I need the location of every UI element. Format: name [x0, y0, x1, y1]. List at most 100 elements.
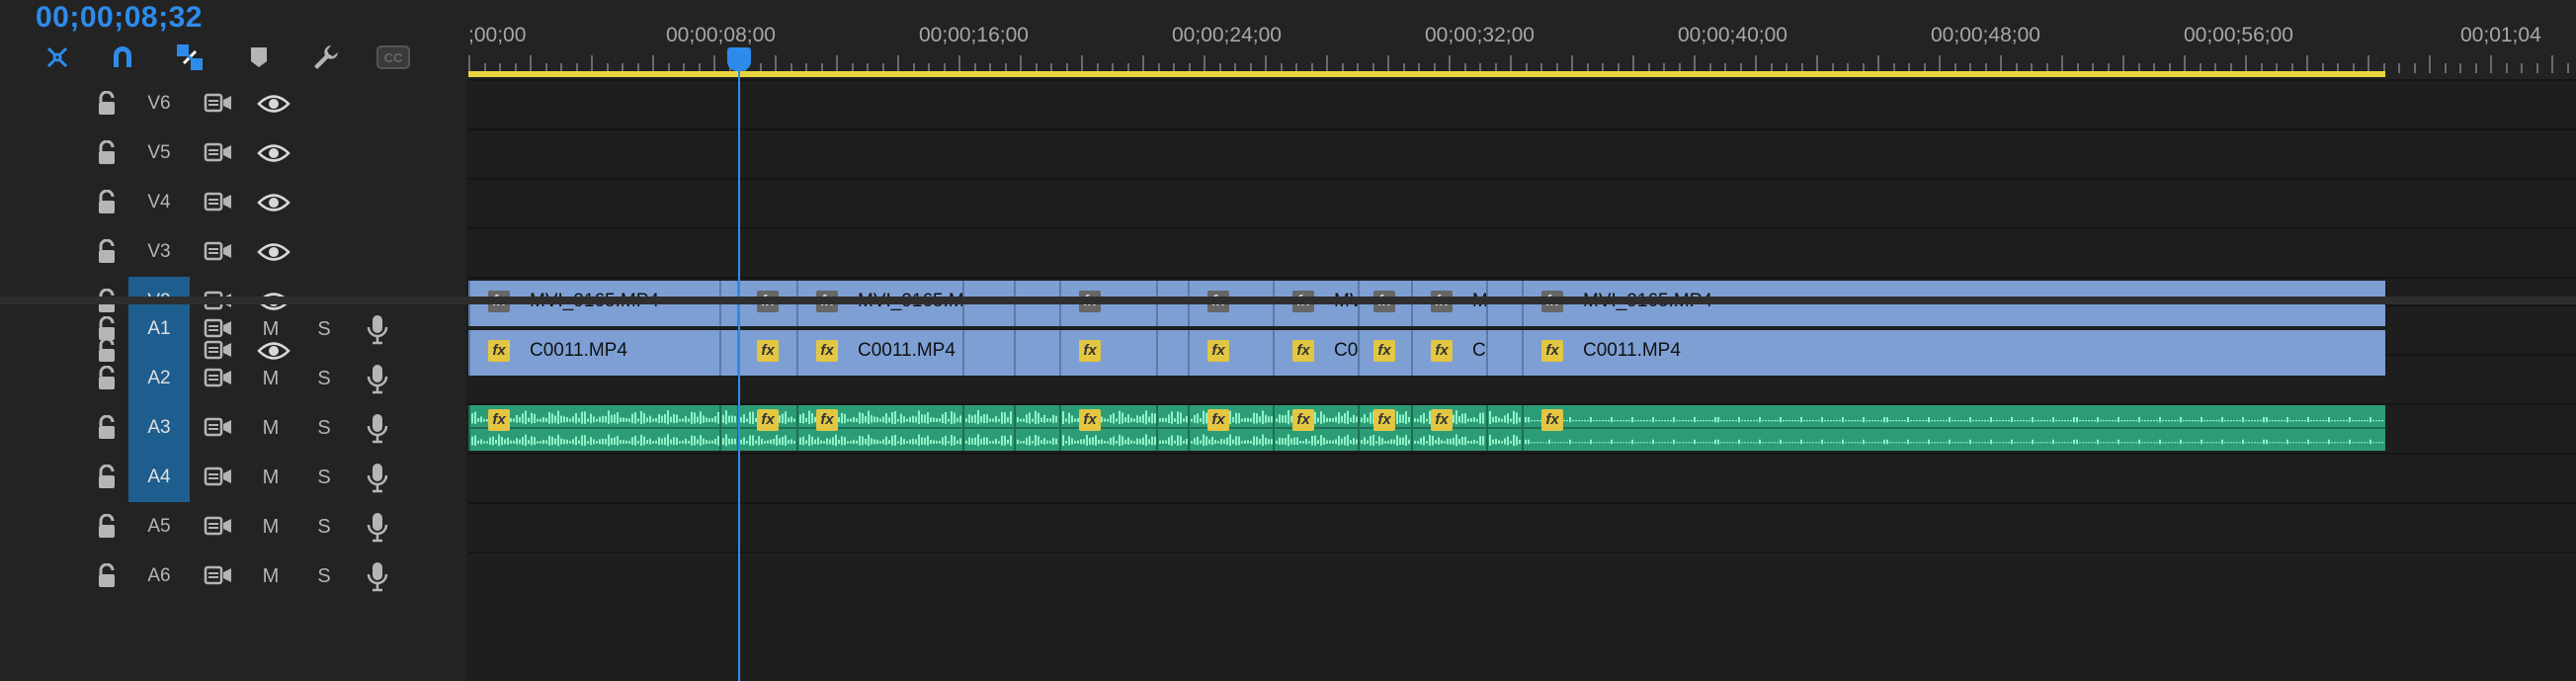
- time-ruler[interactable]: ;00;00 00;00;08;00 00;00;16;00 00;00;24;00 0…: [468, 0, 2576, 79]
- snap-magnet-icon[interactable]: [103, 40, 142, 75]
- eye-icon[interactable]: [257, 192, 291, 213]
- audio-clip-a3[interactable]: [1014, 405, 1059, 451]
- lock-icon[interactable]: [95, 90, 119, 117]
- audio-clip-a3[interactable]: fx: [1188, 405, 1273, 451]
- playhead-timecode[interactable]: 00;00;08;32: [36, 0, 203, 36]
- track-target-v5[interactable]: V5: [128, 128, 190, 178]
- track-target-a1[interactable]: A1: [128, 304, 190, 354]
- sync-lock-icon[interactable]: [204, 92, 233, 116]
- mute-button[interactable]: M: [261, 417, 281, 440]
- nest-icon[interactable]: [38, 40, 77, 75]
- video-clip-v1[interactable]: [962, 330, 1014, 376]
- fx-badge-icon: fx: [1079, 409, 1101, 431]
- sync-lock-icon[interactable]: [204, 240, 233, 264]
- audio-clip-a3[interactable]: fx: [1522, 405, 2385, 451]
- lock-icon[interactable]: [95, 414, 119, 441]
- microphone-icon[interactable]: [366, 462, 389, 493]
- mute-button[interactable]: M: [261, 318, 281, 341]
- track-target-a6[interactable]: A6: [128, 552, 190, 601]
- sync-lock-icon[interactable]: [204, 416, 233, 440]
- video-clip-v1[interactable]: [1014, 330, 1059, 376]
- audio-clip-a3[interactable]: fx: [1358, 405, 1411, 451]
- video-clip-v1[interactable]: fx C0011.M: [1273, 330, 1358, 376]
- mute-button[interactable]: M: [261, 516, 281, 539]
- audio-clip-a3[interactable]: [1156, 405, 1188, 451]
- mute-button[interactable]: M: [261, 368, 281, 390]
- sync-lock-icon[interactable]: [204, 367, 233, 390]
- microphone-icon[interactable]: [366, 560, 389, 592]
- audio-clip-a3[interactable]: [719, 405, 737, 451]
- lock-icon[interactable]: [95, 513, 119, 540]
- sync-lock-icon[interactable]: [204, 515, 233, 539]
- video-lane[interactable]: [468, 227, 2576, 277]
- microphone-icon[interactable]: [366, 511, 389, 543]
- audio-lane[interactable]: [468, 502, 2576, 552]
- video-clip-v1[interactable]: fx C0011.MP4: [468, 330, 719, 376]
- sync-lock-icon[interactable]: [204, 141, 233, 165]
- video-clip-v1[interactable]: fx C0011.MP4: [796, 330, 962, 376]
- sync-lock-icon[interactable]: [204, 317, 233, 341]
- solo-button[interactable]: S: [314, 467, 334, 489]
- lock-icon[interactable]: [95, 139, 119, 166]
- add-marker-icon[interactable]: [239, 40, 279, 75]
- wrench-icon[interactable]: [306, 40, 346, 75]
- sync-lock-icon[interactable]: [204, 466, 233, 489]
- video-clip-v1[interactable]: fx C0011.MP4: [1411, 330, 1486, 376]
- work-area-bar[interactable]: [468, 71, 2385, 77]
- solo-button[interactable]: S: [314, 368, 334, 390]
- microphone-icon[interactable]: [366, 363, 389, 394]
- sync-lock-icon[interactable]: [204, 191, 233, 214]
- eye-icon[interactable]: [257, 241, 291, 263]
- lock-icon[interactable]: [95, 315, 119, 342]
- track-target-v4[interactable]: V4: [128, 178, 190, 227]
- linked-selection-icon[interactable]: [170, 40, 209, 75]
- microphone-icon[interactable]: [366, 313, 389, 345]
- lock-icon[interactable]: [95, 238, 119, 265]
- video-lane[interactable]: [468, 79, 2576, 128]
- captions-icon[interactable]: CC: [374, 40, 413, 75]
- lock-icon[interactable]: [95, 464, 119, 490]
- video-clip-v1[interactable]: fx: [1059, 330, 1156, 376]
- audio-lane[interactable]: [468, 552, 2576, 601]
- audio-clip-a3[interactable]: fx: [1411, 405, 1486, 451]
- video-lane[interactable]: [468, 128, 2576, 178]
- video-lane[interactable]: [468, 178, 2576, 227]
- lock-icon[interactable]: [95, 189, 119, 215]
- playhead-handle[interactable]: [727, 47, 751, 71]
- audio-clip-a3[interactable]: fx: [1273, 405, 1358, 451]
- solo-button[interactable]: S: [314, 417, 334, 440]
- track-target-v6[interactable]: V6: [128, 79, 190, 128]
- video-clip-v1[interactable]: fx C0011.MP4: [1522, 330, 2385, 376]
- track-target-a2[interactable]: A2: [128, 354, 190, 403]
- eye-icon[interactable]: [257, 142, 291, 164]
- track-target-v3[interactable]: V3: [128, 227, 190, 277]
- video-clip-v1[interactable]: [1486, 330, 1522, 376]
- audio-clip-a3[interactable]: [962, 405, 1014, 451]
- track-target-a4[interactable]: A4: [128, 453, 190, 502]
- lock-icon[interactable]: [95, 562, 119, 589]
- audio-clip-a3[interactable]: fx: [1059, 405, 1156, 451]
- track-target-a5[interactable]: A5: [128, 502, 190, 552]
- microphone-icon[interactable]: [366, 412, 389, 444]
- audio-clip-a3[interactable]: [1486, 405, 1522, 451]
- eye-icon[interactable]: [257, 93, 291, 115]
- lock-icon[interactable]: [95, 365, 119, 391]
- timeline-tracks[interactable]: fxMVI_9165.MP4fxfxMVI_9165.MfxfxfxMVI_91…: [468, 79, 2576, 681]
- video-clip-v1[interactable]: fx: [1188, 330, 1273, 376]
- audio-lane[interactable]: [468, 453, 2576, 502]
- video-clip-v1[interactable]: [1156, 330, 1188, 376]
- playhead-line[interactable]: [738, 57, 740, 681]
- video-clip-v1[interactable]: [719, 330, 737, 376]
- solo-button[interactable]: S: [314, 565, 334, 588]
- mute-button[interactable]: M: [261, 565, 281, 588]
- mute-button[interactable]: M: [261, 467, 281, 489]
- video-clip-v1[interactable]: fx: [1358, 330, 1411, 376]
- audio-clip-a3[interactable]: fx: [796, 405, 962, 451]
- solo-button[interactable]: S: [314, 516, 334, 539]
- audio-clip-a3[interactable]: fx: [737, 405, 796, 451]
- track-target-a3[interactable]: A3: [128, 403, 190, 453]
- solo-button[interactable]: S: [314, 318, 334, 341]
- video-clip-v1[interactable]: fx: [737, 330, 796, 376]
- audio-clip-a3[interactable]: fx: [468, 405, 719, 451]
- sync-lock-icon[interactable]: [204, 564, 233, 588]
